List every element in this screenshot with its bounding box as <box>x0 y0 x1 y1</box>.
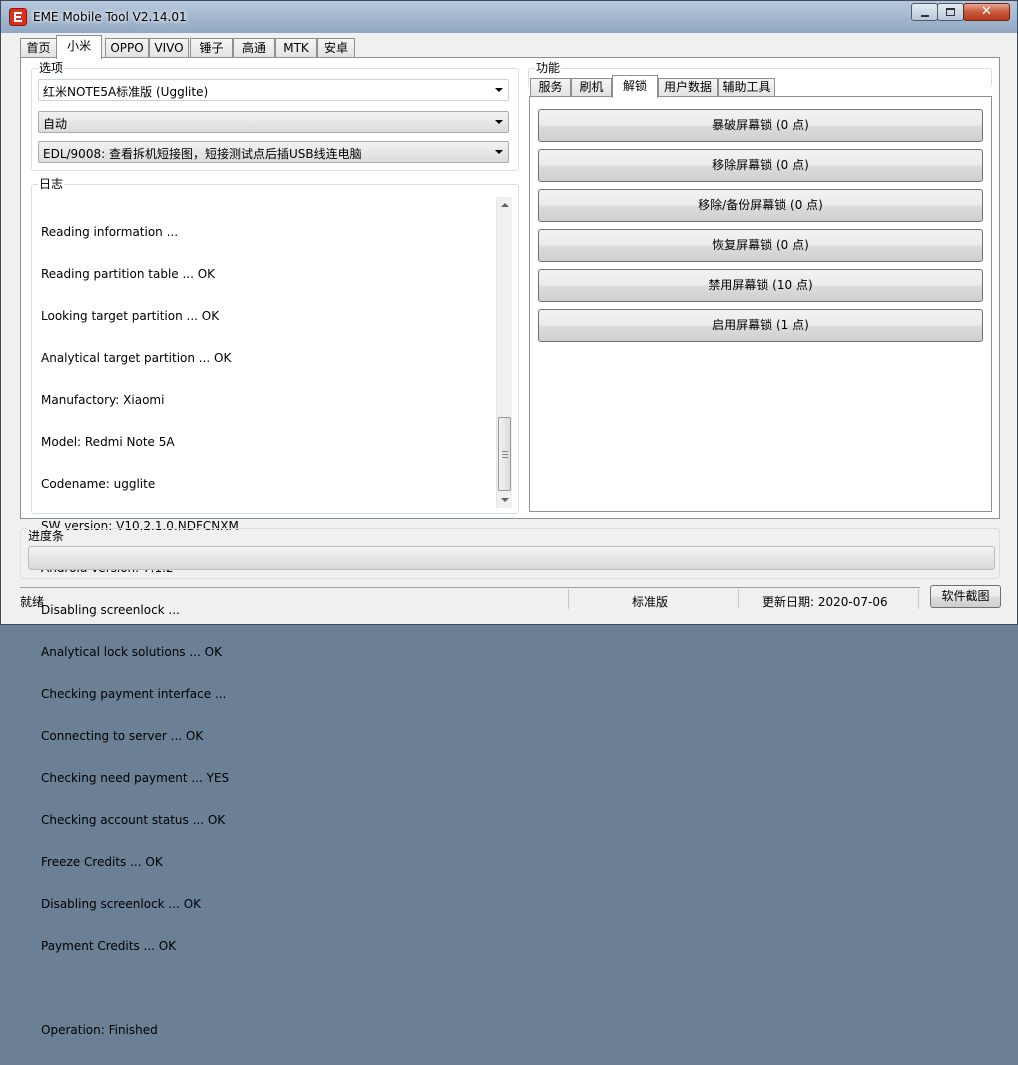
mode-select-value: 自动 <box>43 117 68 131</box>
status-divider <box>918 589 919 609</box>
tab-user-data[interactable]: 用户数据 <box>658 78 718 97</box>
close-icon: ✕ <box>981 4 992 19</box>
status-bar: 就绪 标准版 更新日期: 2020-07-06 <box>20 587 920 609</box>
title-bar[interactable]: EME Mobile Tool V2.14.01 ✕ <box>1 1 1017 33</box>
tab-smartisan[interactable]: 锤子 <box>190 38 233 58</box>
tab-mtk[interactable]: MTK <box>275 38 317 58</box>
log-line: Reading information ... <box>41 225 179 239</box>
log-line: Freeze Credits ... OK <box>41 855 163 869</box>
log-line: Payment Credits ... OK <box>41 939 177 953</box>
status-edition: 标准版 <box>632 595 669 609</box>
log-line: Codename: ugglite <box>41 477 156 491</box>
status-state: 就绪 <box>20 595 45 609</box>
edl-select-value: EDL/9008: 查看拆机短接图，短接测试点后插USB线连电脑 <box>43 147 362 161</box>
options-label: 选项 <box>38 60 65 76</box>
log-line: Looking target partition ... OK <box>41 309 220 323</box>
maximize-button[interactable] <box>937 3 964 21</box>
mode-select[interactable]: 自动 <box>38 111 509 133</box>
chevron-down-icon[interactable] <box>495 88 503 92</box>
app-window: EME Mobile Tool V2.14.01 ✕ 首页 小米 OPPO VI… <box>0 0 1018 1037</box>
app-logo-icon[interactable] <box>9 8 27 26</box>
log-line: Checking account status ... OK <box>41 813 226 827</box>
remove-screenlock-button[interactable]: 移除屏幕锁 (0 点) <box>538 149 983 182</box>
log-line: Analytical lock solutions ... OK <box>41 645 222 659</box>
log-line: Checking payment interface ... <box>41 687 227 701</box>
progress-bar <box>28 546 995 570</box>
close-button[interactable]: ✕ <box>963 3 1010 21</box>
remove-backup-screenlock-button[interactable]: 移除/备份屏幕锁 (0 点) <box>538 189 983 222</box>
tab-home[interactable]: 首页 <box>20 38 57 58</box>
screenshot-button[interactable]: 软件截图 <box>930 585 1001 608</box>
log-label: 日志 <box>38 176 65 192</box>
log-line: Manufactory: Xiaomi <box>41 393 165 407</box>
log-line: Reading partition table ... OK <box>41 267 216 281</box>
scroll-down-icon[interactable] <box>501 498 509 502</box>
restore-screenlock-button[interactable]: 恢复屏幕锁 (0 点) <box>538 229 983 262</box>
tab-oppo[interactable]: OPPO <box>105 38 149 58</box>
brute-force-screenlock-button[interactable]: 暴破屏幕锁 (0 点) <box>538 109 983 142</box>
tab-qualcomm[interactable]: 高通 <box>233 38 275 58</box>
tab-xiaomi[interactable]: 小米 <box>56 35 102 59</box>
window-title: EME Mobile Tool V2.14.01 <box>33 10 187 24</box>
status-divider <box>738 589 739 609</box>
tab-unlock[interactable]: 解锁 <box>612 75 658 98</box>
log-line: Operation: Finished <box>41 1023 158 1037</box>
log-scrollbar[interactable] <box>496 197 512 508</box>
device-select[interactable]: 红米NOTE5A标准版 (Ugglite) <box>38 79 509 101</box>
status-update-date: 更新日期: 2020-07-06 <box>762 595 888 609</box>
device-select-value: 红米NOTE5A标准版 (Ugglite) <box>43 85 209 99</box>
status-divider <box>568 589 569 609</box>
tab-android[interactable]: 安卓 <box>317 38 355 58</box>
edl-select[interactable]: EDL/9008: 查看拆机短接图，短接测试点后插USB线连电脑 <box>38 141 509 163</box>
log-line: Connecting to server ... OK <box>41 729 204 743</box>
functions-label: 功能 <box>535 60 562 76</box>
tab-service[interactable]: 服务 <box>530 78 571 97</box>
log-line: Disabling screenlock ... OK <box>41 897 202 911</box>
minimize-button[interactable] <box>911 3 938 21</box>
progress-label: 进度条 <box>27 528 66 544</box>
tab-aux-tools[interactable]: 辅助工具 <box>718 78 775 97</box>
disable-screenlock-button[interactable]: 禁用屏幕锁 (10 点) <box>538 269 983 302</box>
tab-vivo[interactable]: VIVO <box>149 38 189 58</box>
chevron-down-icon[interactable] <box>495 120 503 124</box>
grip-icon <box>502 451 508 458</box>
tab-flash[interactable]: 刷机 <box>571 78 612 97</box>
enable-screenlock-button[interactable]: 启用屏幕锁 (1 点) <box>538 309 983 342</box>
log-line: Model: Redmi Note 5A <box>41 435 175 449</box>
scrollbar-thumb[interactable] <box>498 417 511 491</box>
log-line: Checking need payment ... YES <box>41 771 230 785</box>
log-line: Analytical target partition ... OK <box>41 351 232 365</box>
log-text[interactable]: Reading information ... Reading partitio… <box>41 197 239 1065</box>
scroll-up-icon[interactable] <box>501 203 509 207</box>
chevron-down-icon[interactable] <box>495 150 503 154</box>
